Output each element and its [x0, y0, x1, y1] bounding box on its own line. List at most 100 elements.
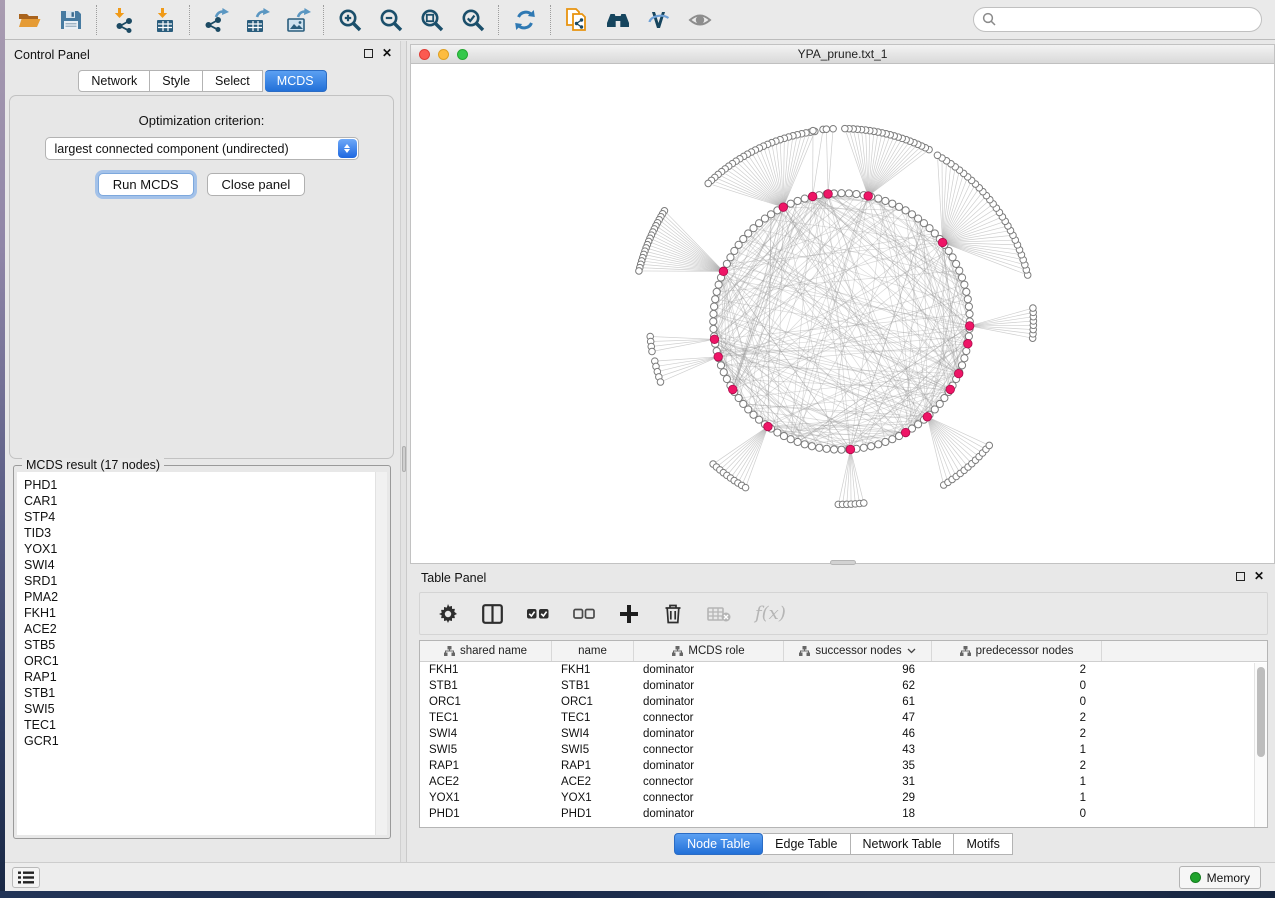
- table-cell[interactable]: 2: [932, 664, 1102, 676]
- network-graph[interactable]: [411, 64, 1274, 563]
- network-files-button[interactable]: [556, 3, 597, 37]
- mcds-result-item[interactable]: SRD1: [17, 573, 387, 589]
- table-cell[interactable]: 2: [932, 728, 1102, 740]
- mcds-result-item[interactable]: STB1: [17, 685, 387, 701]
- table-cell[interactable]: 0: [932, 680, 1102, 692]
- table-cell[interactable]: 1: [932, 792, 1102, 804]
- table-cell[interactable]: 2: [932, 712, 1102, 724]
- mcds-result-item[interactable]: SWI4: [17, 557, 387, 573]
- table-cell[interactable]: 31: [784, 776, 932, 788]
- splitter-handle[interactable]: [402, 446, 406, 472]
- table-cell[interactable]: TEC1: [552, 712, 634, 724]
- show-columns-button[interactable]: [482, 604, 503, 624]
- mcds-list-scrollbar[interactable]: [375, 472, 387, 835]
- table-scrollbar-thumb[interactable]: [1257, 667, 1265, 757]
- table-cell[interactable]: 46: [784, 728, 932, 740]
- table-cell[interactable]: connector: [634, 712, 784, 724]
- column-header-successor-nodes[interactable]: successor nodes: [784, 641, 932, 661]
- table-cell[interactable]: 35: [784, 760, 932, 772]
- table-cell[interactable]: 2: [932, 760, 1102, 772]
- table-cell[interactable]: ACE2: [552, 776, 634, 788]
- table-cell[interactable]: connector: [634, 792, 784, 804]
- mcds-result-item[interactable]: RAP1: [17, 669, 387, 685]
- mcds-result-item[interactable]: FKH1: [17, 605, 387, 621]
- table-cell[interactable]: dominator: [634, 728, 784, 740]
- table-cell[interactable]: SWI4: [552, 728, 634, 740]
- import-table-button[interactable]: [143, 3, 184, 37]
- zoom-fit-button[interactable]: [411, 3, 452, 37]
- table-cell[interactable]: 96: [784, 664, 932, 676]
- tab-motifs[interactable]: Motifs: [954, 833, 1012, 855]
- table-row[interactable]: ORC1ORC1dominator610: [420, 694, 1267, 710]
- select-all-button[interactable]: [527, 604, 549, 624]
- network-canvas[interactable]: [411, 64, 1274, 563]
- zoom-in-button[interactable]: [329, 3, 370, 37]
- zoom-out-button[interactable]: [370, 3, 411, 37]
- table-settings-button[interactable]: [438, 604, 458, 624]
- show-hide-button[interactable]: [679, 3, 720, 37]
- mcds-result-item[interactable]: TID3: [17, 525, 387, 541]
- save-session-button[interactable]: [50, 3, 91, 37]
- tab-style[interactable]: Style: [150, 70, 203, 92]
- table-row[interactable]: RAP1RAP1dominator352: [420, 758, 1267, 774]
- table-cell[interactable]: FKH1: [552, 664, 634, 676]
- table-cell[interactable]: FKH1: [420, 664, 552, 676]
- deselect-all-button[interactable]: [573, 604, 595, 624]
- column-header-shared-name[interactable]: shared name: [420, 641, 552, 661]
- mcds-result-item[interactable]: YOX1: [17, 541, 387, 557]
- table-cell[interactable]: 43: [784, 744, 932, 756]
- table-cell[interactable]: SWI5: [552, 744, 634, 756]
- close-window-button[interactable]: [419, 49, 430, 60]
- import-network-button[interactable]: [102, 3, 143, 37]
- first-neighbors-button[interactable]: [597, 3, 638, 37]
- mcds-result-item[interactable]: GCR1: [17, 733, 387, 749]
- export-network-button[interactable]: [195, 3, 236, 37]
- table-cell[interactable]: RAP1: [552, 760, 634, 772]
- vertical-splitter[interactable]: [400, 41, 407, 862]
- column-header-name[interactable]: name: [552, 641, 634, 661]
- table-cell[interactable]: STB1: [420, 680, 552, 692]
- table-cell[interactable]: connector: [634, 744, 784, 756]
- table-cell[interactable]: 62: [784, 680, 932, 692]
- table-cell[interactable]: PHD1: [552, 808, 634, 820]
- table-cell[interactable]: dominator: [634, 664, 784, 676]
- close-panel-icon[interactable]: ✕: [1254, 571, 1264, 581]
- console-button[interactable]: [12, 867, 40, 888]
- table-cell[interactable]: SWI5: [420, 744, 552, 756]
- column-header-MCDS-role[interactable]: MCDS role: [634, 641, 784, 661]
- add-column-button[interactable]: [619, 604, 639, 624]
- mcds-result-item[interactable]: TEC1: [17, 717, 387, 733]
- table-cell[interactable]: dominator: [634, 760, 784, 772]
- table-cell[interactable]: YOX1: [552, 792, 634, 804]
- mcds-result-item[interactable]: PHD1: [17, 477, 387, 493]
- mcds-result-item[interactable]: CAR1: [17, 493, 387, 509]
- table-row[interactable]: YOX1YOX1connector291: [420, 790, 1267, 806]
- graphics-details-button[interactable]: [638, 3, 679, 37]
- export-image-button[interactable]: [277, 3, 318, 37]
- export-table-button[interactable]: [236, 3, 277, 37]
- mcds-result-item[interactable]: PMA2: [17, 589, 387, 605]
- table-cell[interactable]: RAP1: [420, 760, 552, 772]
- delete-column-button[interactable]: [663, 603, 683, 624]
- tab-select[interactable]: Select: [203, 70, 263, 92]
- run-mcds-button[interactable]: Run MCDS: [98, 173, 194, 196]
- minimize-window-button[interactable]: [438, 49, 449, 60]
- mcds-result-item[interactable]: ORC1: [17, 653, 387, 669]
- float-panel-icon[interactable]: [1236, 572, 1245, 581]
- memory-button[interactable]: Memory: [1179, 866, 1261, 889]
- mcds-result-item[interactable]: STP4: [17, 509, 387, 525]
- mcds-result-item[interactable]: ACE2: [17, 621, 387, 637]
- table-row[interactable]: FKH1FKH1dominator962: [420, 662, 1267, 678]
- table-cell[interactable]: 47: [784, 712, 932, 724]
- table-cell[interactable]: connector: [634, 776, 784, 788]
- table-cell[interactable]: 0: [932, 696, 1102, 708]
- table-cell[interactable]: ACE2: [420, 776, 552, 788]
- table-row[interactable]: SWI4SWI4dominator462: [420, 726, 1267, 742]
- maximize-window-button[interactable]: [457, 49, 468, 60]
- table-row[interactable]: STB1STB1dominator620: [420, 678, 1267, 694]
- close-panel-icon[interactable]: ✕: [382, 48, 392, 58]
- column-header-predecessor-nodes[interactable]: predecessor nodes: [932, 641, 1102, 661]
- table-cell[interactable]: 29: [784, 792, 932, 804]
- table-cell[interactable]: 18: [784, 808, 932, 820]
- criterion-select[interactable]: largest connected component (undirected): [45, 137, 359, 160]
